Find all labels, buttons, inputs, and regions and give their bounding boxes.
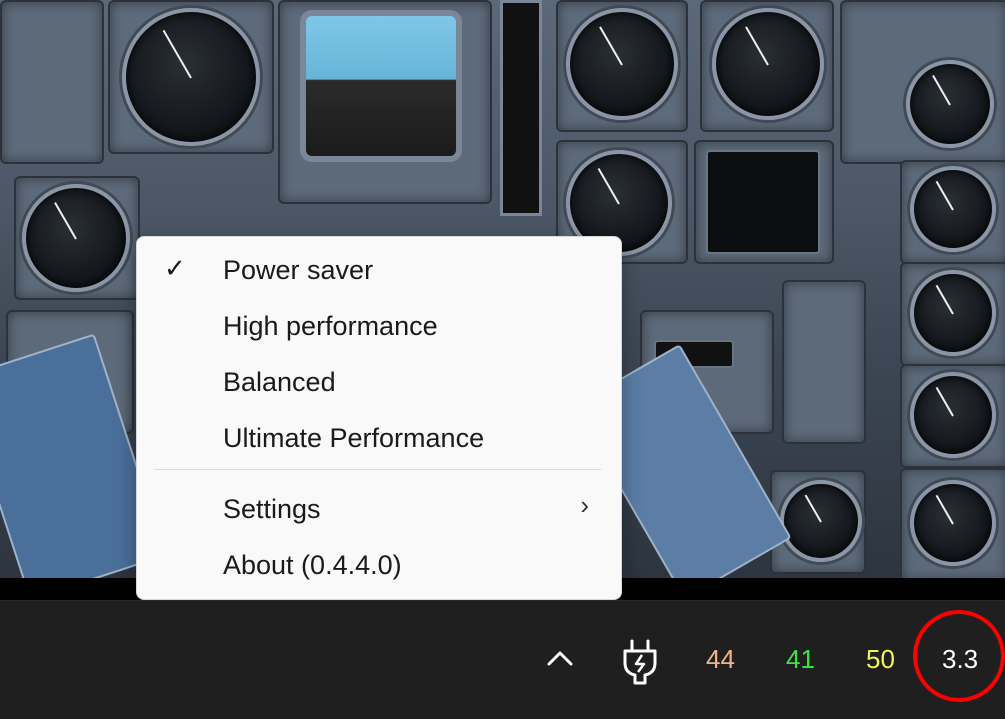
oil-gauge [910, 480, 996, 566]
airspeed-gauge [122, 8, 260, 146]
menu-item-label: About (0.4.4.0) [223, 550, 402, 580]
menu-separator [155, 469, 601, 470]
menu-item-balanced[interactable]: Balanced [137, 353, 621, 409]
fuel-gauge [910, 270, 996, 356]
menu-item-label: Power saver [223, 255, 374, 285]
chevron-up-icon[interactable] [546, 645, 574, 673]
menu-item-label: High performance [223, 311, 438, 341]
egt-gauge [910, 372, 996, 458]
cg-panel [782, 280, 866, 444]
checkmark-icon: ✓ [164, 253, 186, 283]
hsi-display [706, 150, 820, 254]
menu-item-label: Balanced [223, 367, 336, 397]
tray-readout-3[interactable]: 50 [866, 639, 895, 679]
menu-item-about[interactable]: About (0.4.4.0) [137, 536, 621, 592]
vertical-tape [500, 0, 542, 216]
n1-gauge [910, 166, 996, 252]
menu-item-ultimate-performance[interactable]: Ultimate Performance [137, 409, 621, 465]
menu-item-label: Settings [223, 494, 321, 524]
menu-item-power-saver[interactable]: ✓ Power saver [137, 241, 621, 297]
small-gauge [780, 480, 862, 562]
chevron-right-icon: › [580, 490, 589, 520]
attitude-indicator [300, 10, 462, 162]
taskbar: 44 41 50 3.3 [0, 600, 1005, 719]
switch-panel [0, 0, 104, 164]
highlight-circle [913, 610, 1005, 702]
airspeed2-gauge [22, 184, 130, 292]
menu-item-settings[interactable]: Settings › [137, 480, 621, 536]
power-plug-icon[interactable] [620, 639, 660, 685]
n2-gauge [906, 60, 994, 148]
tray-readout-2[interactable]: 41 [786, 639, 815, 679]
altimeter-gauge [566, 8, 678, 120]
menu-item-label: Ultimate Performance [223, 423, 485, 453]
menu-item-high-performance[interactable]: High performance [137, 297, 621, 353]
standby-attitude-gauge [712, 8, 824, 120]
power-plan-context-menu: ✓ Power saver High performance Balanced … [136, 236, 622, 600]
tray-readout-1[interactable]: 44 [706, 639, 735, 679]
